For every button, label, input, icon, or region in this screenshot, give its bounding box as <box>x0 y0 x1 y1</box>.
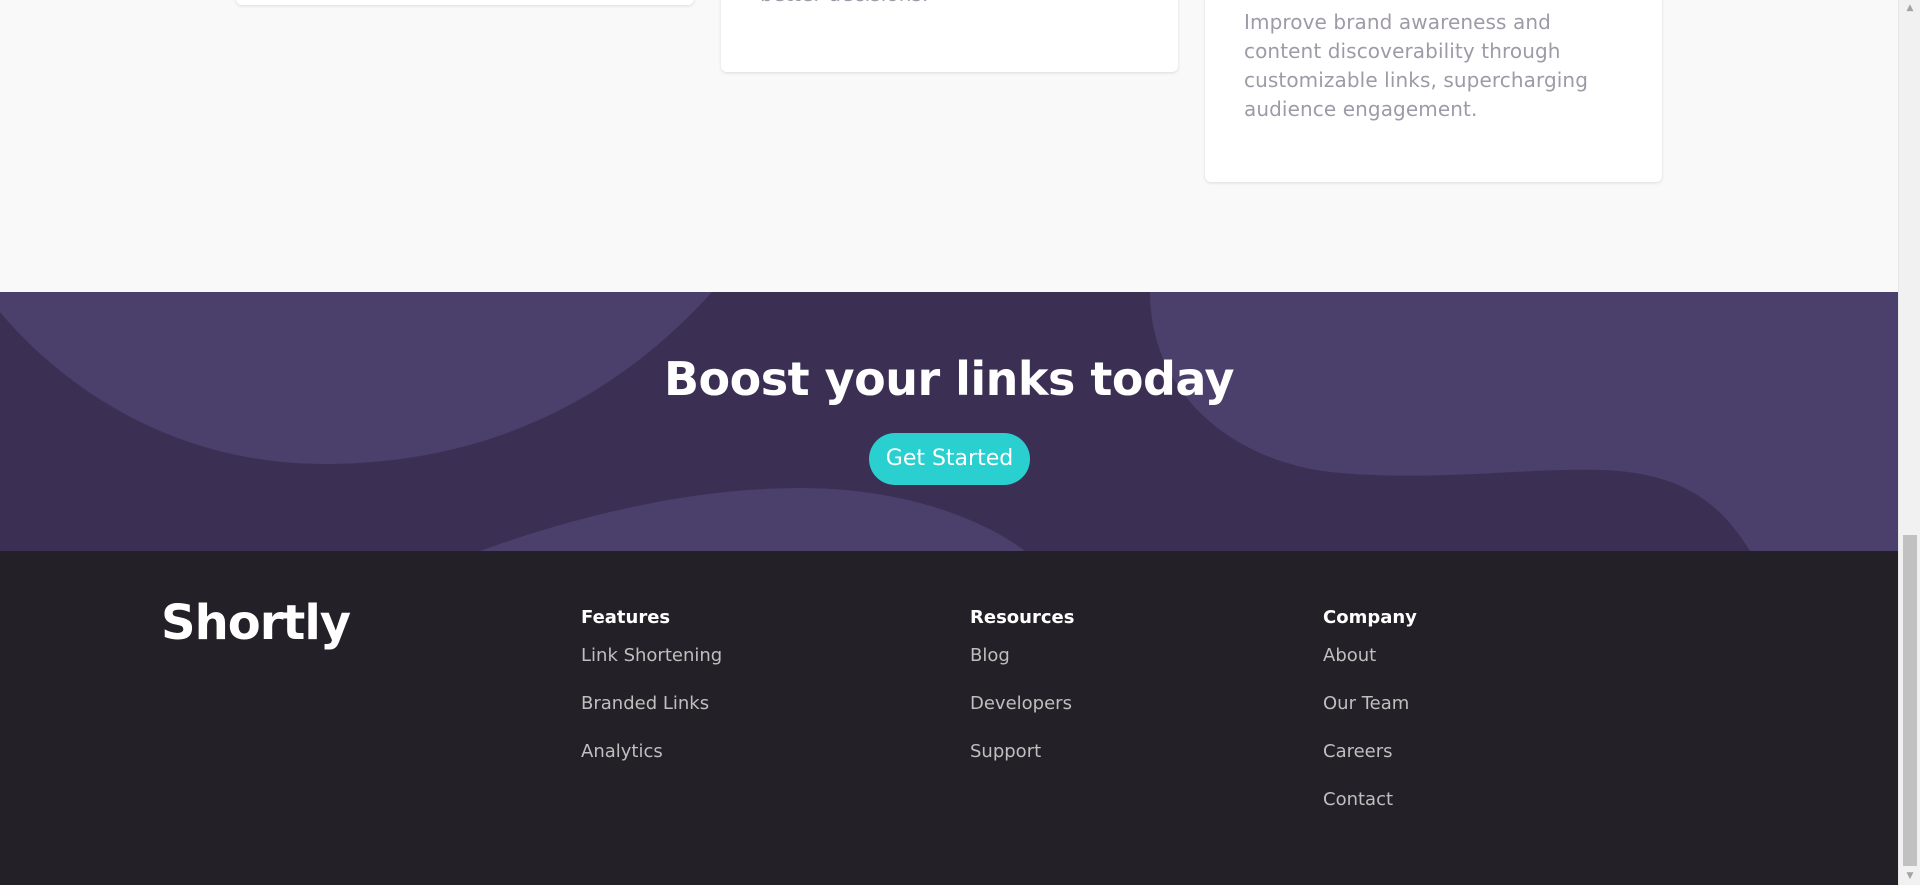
stat-card-text: better decisions. <box>760 0 1150 9</box>
footer-link-contact[interactable]: Contact <box>1323 788 1417 812</box>
footer-column-resources: Resources Blog Developers Support <box>970 606 1074 788</box>
boost-heading: Boost your links today <box>663 352 1235 406</box>
footer-column-title: Features <box>581 607 671 628</box>
footer-link-careers[interactable]: Careers <box>1323 740 1417 764</box>
footer: Shortly Features Link Shortening Branded… <box>0 551 1898 885</box>
stat-card-text: Improve brand awareness and content disc… <box>1244 10 1588 121</box>
stat-card-fully-customizable: Improve brand awareness and content disc… <box>1205 0 1662 182</box>
boost-shape-right <box>1150 292 1898 551</box>
footer-link-analytics[interactable]: Analytics <box>581 740 722 764</box>
boost-background-shapes <box>0 292 1898 551</box>
boost-shape-bottom <box>480 488 1025 551</box>
footer-link-link-shortening[interactable]: Link Shortening <box>581 644 722 668</box>
footer-link-blog[interactable]: Blog <box>970 644 1074 668</box>
footer-link-developers[interactable]: Developers <box>970 692 1074 716</box>
stat-card-brand-recognition <box>236 0 694 5</box>
footer-column-company: Company About Our Team Careers Contact <box>1323 606 1417 836</box>
footer-column-features: Features Link Shortening Branded Links A… <box>581 606 722 788</box>
stat-card-detailed-records: better decisions. <box>721 0 1178 72</box>
boost-section: Boost your links today Get Started <box>0 292 1898 551</box>
footer-logo[interactable]: Shortly <box>161 595 351 651</box>
footer-link-about[interactable]: About <box>1323 644 1417 668</box>
scroll-up-arrow-icon[interactable]: ▲ <box>1899 0 1920 17</box>
statistics-section: better decisions. Improve brand awarenes… <box>0 0 1898 292</box>
footer-column-title: Resources <box>970 607 1075 628</box>
page: better decisions. Improve brand awarenes… <box>0 0 1898 885</box>
footer-link-our-team[interactable]: Our Team <box>1323 692 1417 716</box>
scroll-down-arrow-icon[interactable]: ▼ <box>1899 868 1920 885</box>
footer-link-support[interactable]: Support <box>970 740 1074 764</box>
get-started-button[interactable]: Get Started <box>869 433 1030 485</box>
footer-link-branded-links[interactable]: Branded Links <box>581 692 722 716</box>
footer-column-title: Company <box>1323 607 1417 628</box>
scrollbar-thumb[interactable] <box>1903 535 1917 866</box>
vertical-scrollbar[interactable]: ▲ ▼ <box>1898 0 1920 885</box>
